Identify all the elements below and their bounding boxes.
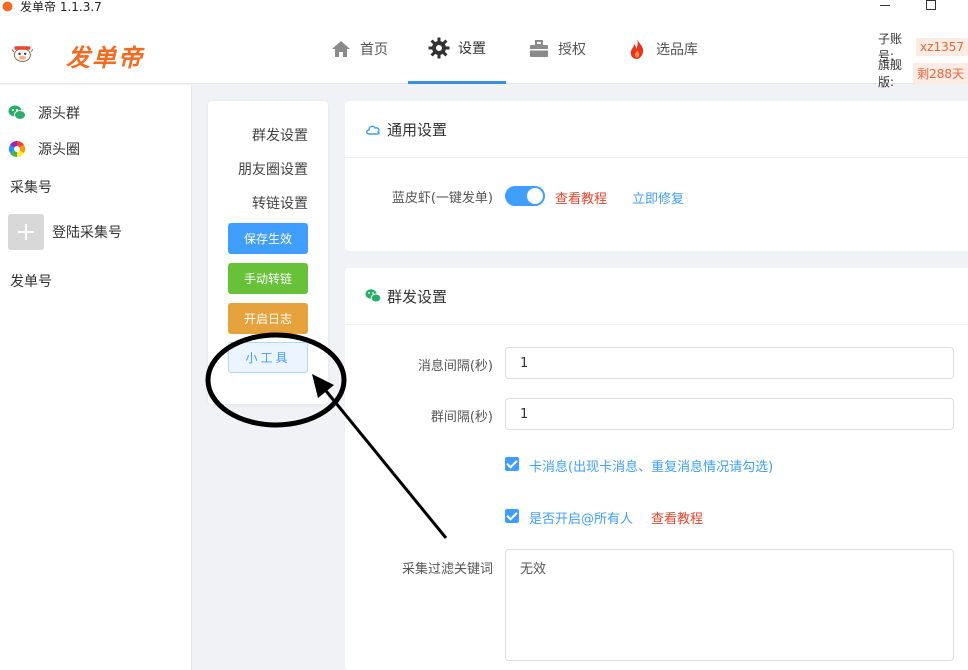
group-send-settings-header: 群发设置 (345, 268, 968, 325)
nav-library[interactable]: 选品库 (626, 14, 698, 84)
msg-interval-label: 消息间隔(秒) (417, 359, 493, 374)
fire-icon (630, 39, 644, 59)
settings-subnav: 群发设置 朋友圈设置 转链设置 保存生效 手动转链 开启日志 小工具 (208, 101, 328, 404)
group-interval-input[interactable]: 1 (505, 398, 954, 430)
filter-keywords-textarea[interactable]: 无效 (505, 549, 954, 661)
nav-home-label: 首页 (360, 42, 388, 58)
wechat-icon (8, 105, 26, 120)
filter-keywords-label: 采集过滤关键词 (401, 562, 493, 577)
at-all-checkbox[interactable] (505, 509, 519, 523)
stuck-message-checkbox[interactable] (505, 457, 519, 471)
send-section-title: 发单号 (10, 274, 52, 290)
filter-keywords-value: 无效 (520, 562, 547, 577)
sidebar: 源头群 源头圈 采集号 登陆采集号 发单号 (0, 85, 192, 670)
logo-mascot-icon (12, 46, 34, 62)
login-collect-label: 登陆采集号 (52, 225, 122, 241)
header: 发单帝 首页 设置 授权 选品库 子账号: xz1357 旗舰版: 剩288天 (0, 14, 968, 89)
title-bar: 发单帝 1.1.3.7 (0, 0, 968, 14)
repair-now-link[interactable]: 立即修复 (632, 188, 684, 207)
nav-library-label: 选品库 (656, 42, 698, 58)
collect-section-title: 采集号 (10, 180, 52, 196)
sidebar-item-source-group[interactable]: 源头群 (8, 103, 80, 123)
save-button[interactable]: 保存生效 (228, 223, 308, 254)
group-interval-value: 1 (520, 406, 529, 422)
nav-auth[interactable]: 授权 (528, 14, 586, 84)
app-icon (2, 1, 13, 12)
nav-settings[interactable]: 设置 (408, 14, 506, 84)
cloud-icon (366, 125, 380, 135)
wechat-icon (365, 289, 381, 303)
sub-account-value: xz1357 (916, 38, 968, 56)
sidebar-item-label: 源头群 (38, 106, 80, 122)
view-tutorial-link[interactable]: 查看教程 (555, 188, 607, 207)
subnav-moments[interactable]: 朋友圈设置 (238, 159, 308, 179)
vip-remaining: 剩288天 (913, 62, 968, 84)
vip-status: 旗舰版: 剩288天 (878, 56, 968, 90)
nav-home[interactable]: 首页 (330, 14, 388, 84)
plus-icon (8, 214, 44, 250)
briefcase-icon (530, 40, 548, 57)
nav-settings-label: 设置 (458, 40, 486, 57)
sidebar-item-label: 源头圈 (38, 142, 80, 158)
enable-log-button[interactable]: 开启日志 (228, 303, 308, 334)
at-all-tutorial-link[interactable]: 查看教程 (651, 508, 703, 527)
window-title: 发单帝 1.1.3.7 (20, 0, 102, 14)
msg-interval-input[interactable]: 1 (505, 347, 954, 379)
gear-icon (428, 37, 450, 58)
logo-text: 发单帝 (66, 44, 144, 72)
subnav-link-convert[interactable]: 转链设置 (252, 193, 308, 213)
group-send-settings-title: 群发设置 (387, 287, 448, 306)
general-settings-title: 通用设置 (387, 120, 448, 139)
minimize-button[interactable] (880, 5, 890, 6)
tools-button[interactable]: 小工具 (228, 342, 308, 373)
manual-convert-button[interactable]: 手动转链 (228, 263, 308, 294)
msg-interval-value: 1 (520, 355, 529, 371)
switch-label: 蓝皮虾(一键发单) (391, 191, 493, 206)
home-icon (332, 41, 350, 57)
maximize-button[interactable] (926, 0, 936, 10)
nav-auth-label: 授权 (558, 42, 586, 58)
vip-label: 旗舰版: (878, 58, 903, 89)
login-collect-button[interactable]: 登陆采集号 (8, 214, 122, 250)
moments-icon (8, 140, 26, 158)
general-settings-card: 通用设置 (345, 101, 968, 251)
group-interval-label: 群间隔(秒) (430, 410, 493, 425)
one-click-send-toggle[interactable] (505, 186, 545, 206)
sidebar-item-source-moments[interactable]: 源头圈 (8, 139, 80, 159)
general-settings-header: 通用设置 (345, 101, 968, 158)
subnav-group-send[interactable]: 群发设置 (252, 125, 308, 145)
at-all-label[interactable]: 是否开启@所有人 (529, 508, 633, 527)
stuck-message-label[interactable]: 卡消息(出现卡消息、重复消息情况请勾选) (529, 456, 773, 475)
